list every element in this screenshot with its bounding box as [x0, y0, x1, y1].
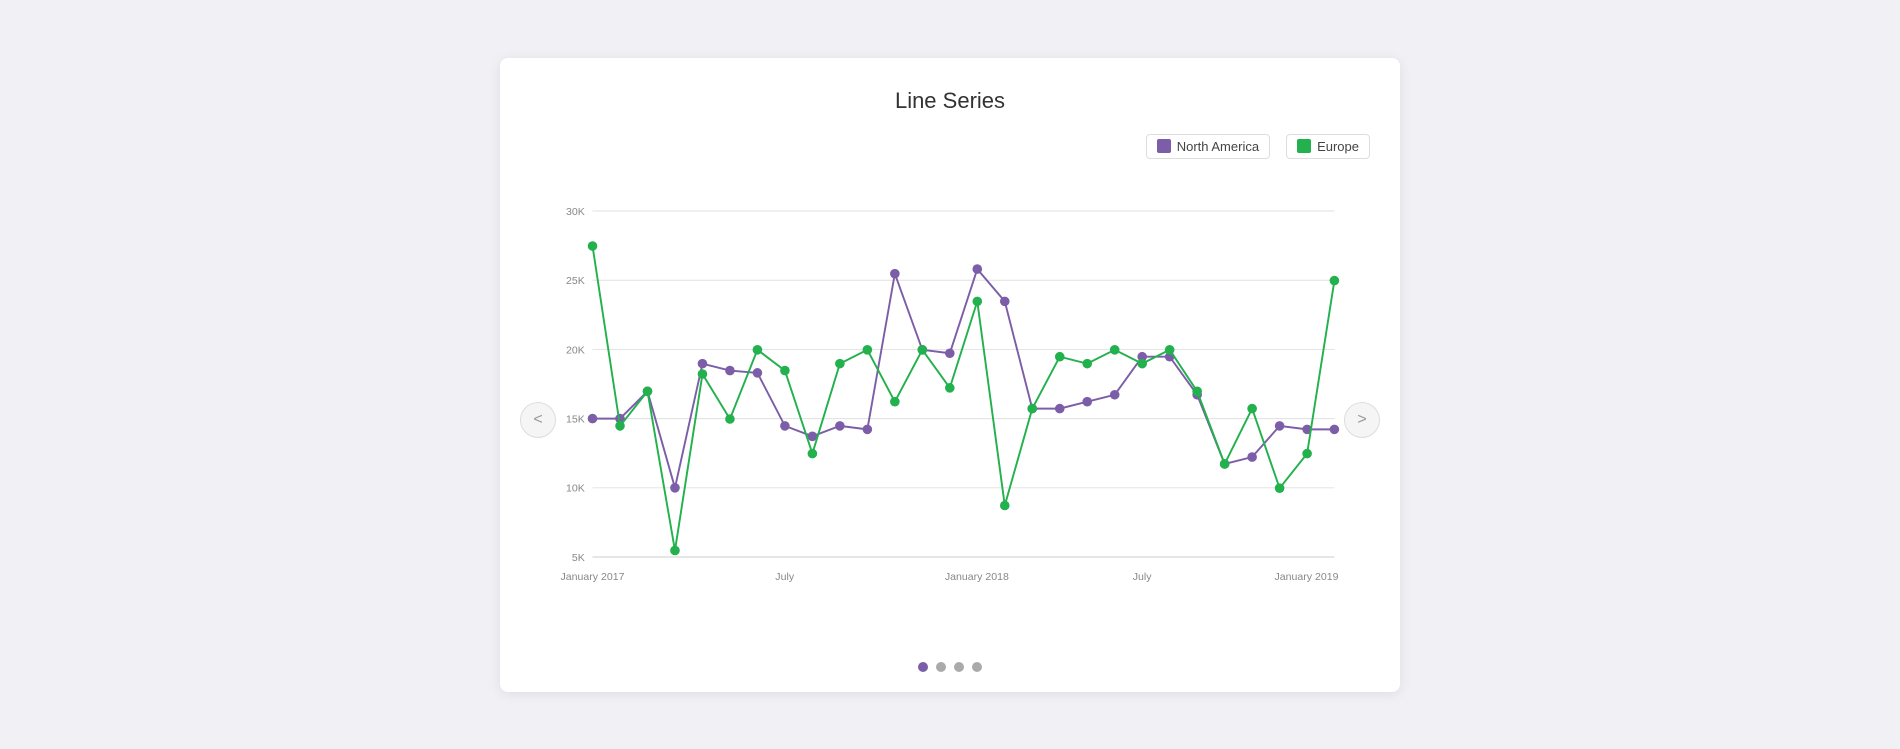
- legend-color-europe: [1297, 139, 1311, 153]
- eu-dot: [1137, 358, 1147, 368]
- eu-dot: [725, 414, 735, 424]
- svg-text:20K: 20K: [566, 344, 585, 356]
- eu-dot: [670, 545, 680, 555]
- eu-dot: [1027, 403, 1037, 413]
- eu-dot: [1000, 500, 1010, 510]
- chart-panel: Line Series North America Europe < 30K 2…: [500, 58, 1400, 692]
- svg-text:15K: 15K: [566, 413, 585, 425]
- na-dot: [972, 264, 982, 274]
- eu-dot: [1302, 448, 1312, 458]
- na-dot: [945, 348, 955, 358]
- eu-dot: [972, 296, 982, 306]
- svg-text:25K: 25K: [566, 275, 585, 287]
- eu-dot: [753, 344, 763, 354]
- eu-dot: [1082, 358, 1092, 368]
- na-dot: [670, 482, 680, 492]
- svg-text:5K: 5K: [572, 551, 585, 563]
- legend-label-europe: Europe: [1317, 139, 1359, 154]
- svg-text:January 2017: January 2017: [561, 571, 625, 583]
- pagination-dot-2[interactable]: [936, 662, 946, 672]
- eu-dot: [1330, 275, 1340, 285]
- pagination-dot-1[interactable]: [918, 662, 928, 672]
- chart-area: 30K 25K 20K 15K 10K 5K: [556, 169, 1344, 672]
- svg-text:10K: 10K: [566, 482, 585, 494]
- na-dot: [1247, 452, 1257, 462]
- prev-button[interactable]: <: [520, 402, 556, 438]
- eu-dot: [863, 344, 873, 354]
- eu-dot: [890, 396, 900, 406]
- legend-label-north-america: North America: [1177, 139, 1259, 154]
- eu-dot: [945, 383, 955, 393]
- eu-dot: [918, 344, 928, 354]
- pagination-dots: [556, 662, 1344, 672]
- na-dot: [835, 421, 845, 431]
- svg-text:July: July: [1133, 571, 1153, 583]
- na-dot: [698, 358, 708, 368]
- na-dot: [753, 368, 763, 378]
- svg-text:30K: 30K: [566, 205, 585, 217]
- eu-dot: [1192, 386, 1202, 396]
- na-dot: [890, 268, 900, 278]
- na-dot: [588, 413, 598, 423]
- europe-line: [593, 246, 1335, 550]
- na-dot: [780, 421, 790, 431]
- chart-title: Line Series: [520, 88, 1380, 114]
- svg-text:January 2019: January 2019: [1275, 571, 1339, 583]
- legend-europe: Europe: [1286, 134, 1370, 159]
- na-dot: [863, 424, 873, 434]
- svg-text:January 2018: January 2018: [945, 571, 1009, 583]
- eu-dot: [1247, 403, 1257, 413]
- line-chart-svg: 30K 25K 20K 15K 10K 5K: [556, 169, 1344, 649]
- pagination-dot-3[interactable]: [954, 662, 964, 672]
- na-dot: [1275, 421, 1285, 431]
- na-dot: [1000, 296, 1010, 306]
- na-dot: [1110, 389, 1120, 399]
- eu-dot: [1220, 459, 1230, 469]
- eu-dot: [698, 369, 708, 379]
- eu-dot: [643, 386, 653, 396]
- eu-dot: [835, 358, 845, 368]
- eu-dot: [615, 421, 625, 431]
- eu-dot: [808, 448, 818, 458]
- na-dot: [1055, 403, 1065, 413]
- na-dot: [1330, 424, 1340, 434]
- chart-wrapper: < 30K 25K 20K 15K 10K 5K: [520, 169, 1380, 672]
- pagination-dot-4[interactable]: [972, 662, 982, 672]
- eu-dot: [1165, 344, 1175, 354]
- svg-text:July: July: [775, 571, 795, 583]
- na-dot: [1082, 396, 1092, 406]
- na-dot: [725, 365, 735, 375]
- eu-dot: [1055, 351, 1065, 361]
- eu-dot: [588, 241, 598, 251]
- legend-north-america: North America: [1146, 134, 1270, 159]
- legend-color-north-america: [1157, 139, 1171, 153]
- eu-dot: [1275, 483, 1285, 493]
- eu-dot: [780, 365, 790, 375]
- eu-dot: [1110, 344, 1120, 354]
- chart-legend: North America Europe: [520, 134, 1380, 159]
- next-button[interactable]: >: [1344, 402, 1380, 438]
